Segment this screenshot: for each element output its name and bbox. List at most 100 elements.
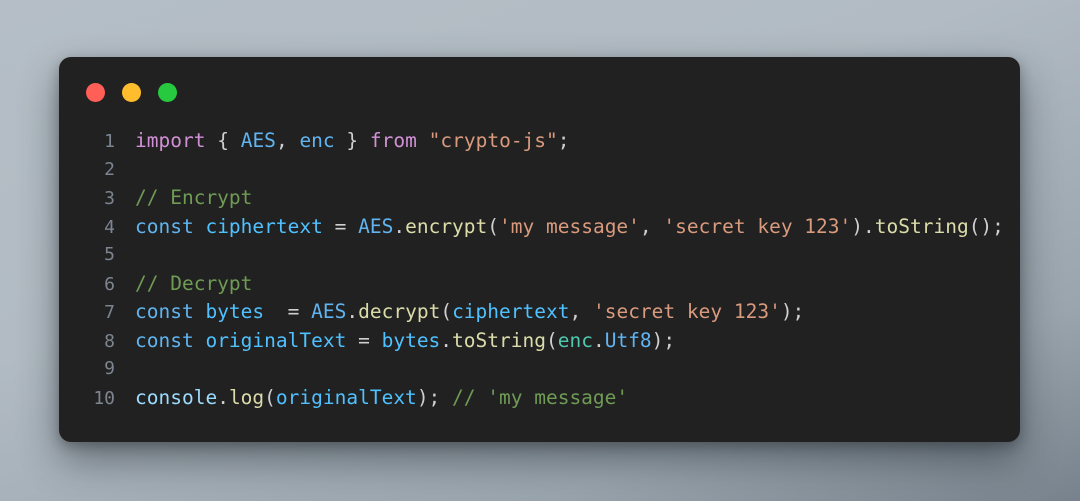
token-class: AES [311, 300, 347, 323]
token-fn: toString [452, 328, 546, 352]
token-punc [370, 329, 382, 352]
line-number: 6 [104, 273, 115, 295]
code-editor-area[interactable]: 1 import { AES, enc } from "crypto-js"; 2 3… [59, 127, 1020, 442]
token-punc [323, 215, 335, 238]
token-punc: , [275, 129, 288, 152]
token-punc: . [217, 385, 229, 409]
token-str: 'my message' [499, 214, 640, 238]
token-punc [288, 129, 300, 152]
token-punc [358, 129, 370, 152]
token-class: AES [240, 129, 276, 152]
close-button[interactable] [86, 82, 105, 102]
code-line-content: const originalText = bytes.toString(enc.… [115, 327, 675, 356]
line-number: 3 [104, 188, 115, 209]
code-line-content: // Decrypt [115, 270, 252, 299]
code-line-content: // Encrypt [115, 184, 252, 213]
token-punc: . [393, 214, 406, 238]
token-obj: console [135, 385, 218, 409]
token-punc [335, 129, 347, 152]
code-line: 1 import { AES, enc } from "crypto-js"; [79, 127, 1020, 156]
window-titlebar [59, 57, 1020, 127]
token-punc [440, 386, 452, 409]
token-fn: toString [874, 214, 969, 238]
token-ns: enc [557, 328, 593, 352]
line-number: 7 [104, 302, 115, 323]
token-com: // Encrypt [135, 186, 253, 209]
token-var: bytes [205, 300, 265, 323]
code-line: 2 [79, 156, 1020, 185]
token-fn: log [228, 385, 265, 409]
code-line-content: import { AES, enc } from "crypto-js"; [115, 127, 570, 156]
code-line: 4 const ciphertext = AES.encrypt('my mess… [79, 213, 1020, 242]
token-punc [417, 129, 429, 152]
token-punc: ( [545, 328, 558, 352]
token-punc: , [639, 214, 652, 238]
minimize-button[interactable] [122, 82, 141, 102]
token-punc: (); [968, 214, 1004, 238]
code-line: 3 // Encrypt [79, 184, 1020, 213]
token-punc [264, 300, 287, 323]
token-punc [205, 129, 217, 152]
line-number: 9 [104, 358, 115, 379]
token-punc: ) [851, 214, 864, 238]
token-var: ciphertext [205, 214, 323, 238]
token-var: ciphertext [452, 300, 570, 323]
token-punc: . [346, 300, 359, 323]
token-punc [346, 215, 358, 238]
code-line: 7 const bytes = AES.decrypt(ciphertext, '… [79, 298, 1020, 327]
token-class: AES [358, 214, 394, 238]
token-com: // 'my message' [452, 385, 629, 409]
line-number: 5 [104, 244, 115, 265]
token-str: 'secret key 123' [663, 214, 852, 238]
token-punc [581, 300, 593, 323]
token-com: // Decrypt [135, 271, 253, 295]
token-punc: ); [780, 300, 805, 323]
token-str: 'secret key 123' [592, 300, 781, 323]
token-op: = [334, 214, 347, 238]
token-punc: , [569, 300, 582, 323]
code-line: 6 // Decrypt [79, 270, 1020, 299]
line-number: 4 [104, 216, 115, 238]
code-window-card: 1 import { AES, enc } from "crypto-js"; 2 3… [59, 57, 1020, 442]
line-number: 8 [104, 330, 115, 352]
token-punc: ( [487, 214, 500, 238]
code-line: 10 console.log(originalText); // 'my mess… [79, 384, 1020, 413]
token-punc: . [440, 328, 453, 352]
token-op: = [287, 300, 300, 323]
token-op: = [358, 328, 370, 352]
token-punc [346, 329, 358, 352]
token-class: Utf8 [604, 328, 652, 352]
token-punc: ); [416, 385, 441, 409]
line-number: 10 [93, 387, 115, 409]
token-punc: ( [440, 300, 453, 323]
token-fn: encrypt [405, 214, 488, 238]
token-punc: ); [651, 328, 676, 352]
code-line: 5 [79, 241, 1020, 270]
token-punc: ( [264, 385, 276, 409]
token-decl: const [135, 214, 194, 238]
token-var: originalText [205, 328, 347, 352]
token-var: originalText [275, 385, 417, 409]
token-punc [194, 215, 206, 238]
code-line-content: const ciphertext = AES.encrypt('my messa… [115, 213, 1004, 242]
token-kw: from [369, 129, 417, 152]
token-punc: { [217, 129, 229, 152]
code-line: 8 const originalText = bytes.toString(enc… [79, 327, 1020, 356]
maximize-button[interactable] [158, 82, 177, 102]
code-line-content: console.log(originalText); // 'my messag… [115, 384, 628, 413]
token-kw: import [135, 129, 206, 152]
token-punc [299, 300, 311, 323]
token-punc [229, 129, 241, 152]
token-str: "crypto-js" [428, 129, 558, 152]
line-number: 2 [104, 158, 115, 180]
token-decl: const [135, 328, 194, 352]
code-line: 9 [79, 355, 1020, 384]
line-number: 1 [104, 131, 115, 152]
token-var: bytes [381, 328, 441, 352]
code-line-content: const bytes = AES.decrypt(ciphertext, 's… [115, 298, 804, 327]
token-punc [194, 329, 206, 352]
token-decl: const [135, 300, 194, 323]
screenshot-stage: 1 import { AES, enc } from "crypto-js"; 2 3… [0, 0, 1080, 501]
token-class: enc [299, 129, 335, 152]
token-punc [194, 300, 206, 323]
